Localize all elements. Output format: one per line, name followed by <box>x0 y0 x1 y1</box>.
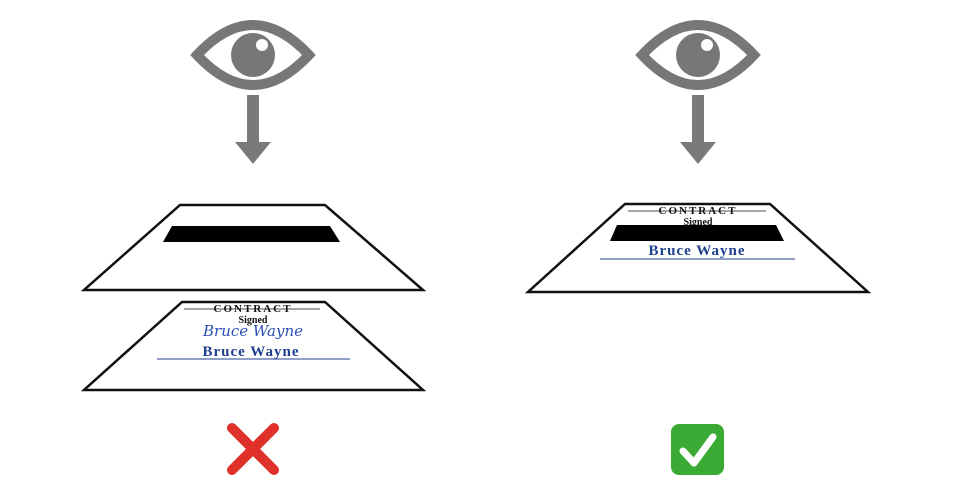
check-mark-icon <box>671 424 724 475</box>
redaction-bar <box>163 226 340 242</box>
document-title: CONTRACT <box>214 303 293 315</box>
redaction-bar <box>610 225 784 241</box>
document-layer: CONTRACT Signed Bruce Wayne Bruce Wayne <box>80 300 427 392</box>
eye-icon <box>635 20 761 90</box>
left-panel: CONTRACT Signed Bruce Wayne Bruce Wayne <box>80 20 427 475</box>
down-arrow-icon <box>235 95 271 164</box>
printed-name: Bruce Wayne <box>203 344 300 360</box>
document-title: CONTRACT <box>659 205 738 217</box>
right-panel: CONTRACT Signed Bruce Wayne <box>524 20 872 475</box>
handwritten-signature: Bruce Wayne <box>202 322 303 340</box>
down-arrow-icon <box>680 95 716 164</box>
redaction-diagram: CONTRACT Signed Bruce Wayne Bruce Wayne <box>80 20 872 475</box>
eye-icon <box>190 20 316 90</box>
redaction-layer <box>80 203 427 292</box>
cross-mark-icon <box>227 423 279 475</box>
redacted-document: CONTRACT Signed Bruce Wayne <box>524 202 872 294</box>
printed-name: Bruce Wayne <box>649 243 746 259</box>
